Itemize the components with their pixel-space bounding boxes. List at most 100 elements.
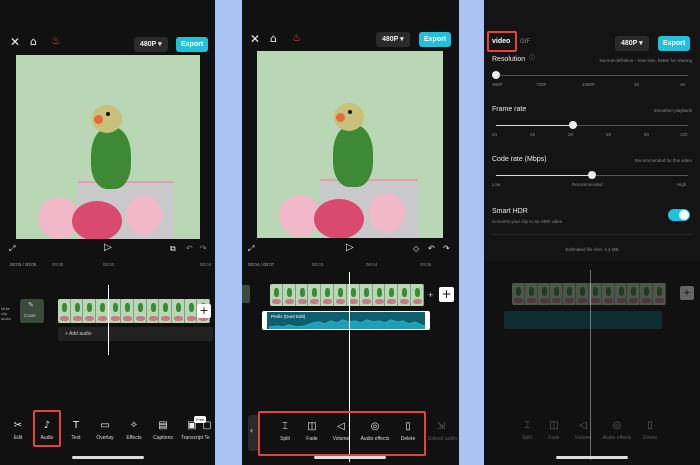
phone-panel-audio-edit: ✕ ⌂ ♨ 480P ▾ Export ⤢ ▷ ◇ ↶ ↷ 00:04 / 00… [242, 0, 459, 465]
tool-captions[interactable]: ▤ Captions [150, 420, 176, 441]
resolution-title: Resolution [492, 56, 526, 63]
playhead[interactable] [108, 285, 109, 355]
ruler-label: 00:03 [312, 262, 324, 267]
ruler-label: 00:00 [52, 262, 64, 267]
framerate-tick: 50 [606, 132, 612, 137]
slider-knob[interactable] [568, 121, 577, 129]
fullscreen-icon[interactable]: ⤢ [9, 245, 15, 253]
cover-button[interactable]: ✎ Cover [20, 299, 44, 323]
fullscreen-icon[interactable]: ⤢ [248, 245, 254, 253]
close-icon[interactable]: ✕ [10, 36, 20, 48]
resolution-dropdown[interactable]: 480P ▾ [134, 37, 168, 52]
coderate-tick: High [677, 182, 687, 187]
play-icon[interactable]: ▷ [104, 243, 112, 253]
tool-overlay[interactable]: ▭ Overlay [92, 420, 118, 441]
tool-fade: ◫ Fade [548, 420, 560, 441]
text-icon: T [72, 420, 80, 431]
resolution-tick: 720P [536, 82, 547, 87]
hdr-toggle[interactable] [668, 209, 690, 221]
home-indicator [72, 456, 144, 459]
free-badge: Free [194, 416, 207, 423]
add-audio-label: + Add audio [65, 331, 92, 337]
resolution-slider[interactable] [492, 71, 688, 79]
video-clip-track[interactable] [58, 299, 210, 323]
chevron-left-icon: ‹ [250, 426, 254, 435]
tab-gif[interactable]: GIF [520, 39, 530, 45]
slider-knob[interactable] [492, 71, 500, 79]
graduation-cap-icon[interactable]: ⌂ [270, 33, 277, 44]
overlay-icon: ▭ [100, 420, 110, 431]
time-display: 00:03 / 00:05 [10, 262, 37, 267]
tool-audio-effects: ◎ Audio effects [602, 420, 632, 441]
graduation-cap-icon[interactable]: ⌂ [30, 36, 37, 47]
phone-panel-audio: ✕ ⌂ ♨ 480P ▾ Export ⤢ ▷ ⧉ ↶ ↷ 00:03 / 00… [0, 0, 215, 465]
hdr-title: Smart HDR [492, 208, 528, 215]
cover-thumb[interactable] [242, 285, 250, 303]
keyframe-icon[interactable]: ◇ [413, 245, 419, 253]
resolution-dropdown[interactable]: 480P ▾ [376, 32, 410, 47]
background-editor: + ⌶ Split ◫ Fade ◁ Volume ◎ Audio effects ▯ D… [484, 230, 700, 465]
add-audio-track[interactable]: + Add audio [58, 327, 213, 341]
video-preview [257, 51, 443, 238]
slider-knob[interactable] [588, 171, 596, 179]
export-button[interactable]: Export [658, 36, 691, 51]
export-button[interactable]: Export [419, 32, 452, 47]
highlight-video-tab [487, 31, 517, 52]
undo-icon[interactable]: ↶ [186, 245, 193, 253]
help-icon[interactable]: ⓘ [529, 56, 535, 62]
resolution-tick: 2K [634, 82, 640, 87]
redo-icon[interactable]: ↷ [443, 245, 450, 253]
video-clip-track[interactable] [270, 284, 424, 306]
audio-waveform [269, 319, 425, 329]
mute-clip-label[interactable]: Mute clip audio [1, 306, 15, 321]
add-clip-button: + [680, 286, 694, 300]
tool-extract-audio[interactable]: ⇲ Extract audio [428, 421, 457, 442]
audio-clip-selected[interactable]: Prefix (Dont Edit) [262, 311, 430, 330]
ruler-label: 00:05 [420, 262, 432, 267]
add-clip-button[interactable]: + [439, 287, 454, 302]
scissors-icon: ✂ [13, 420, 23, 431]
add-clip-button[interactable]: + [197, 304, 211, 318]
highlight-audio-tools [258, 411, 426, 456]
video-preview [16, 55, 200, 239]
tool-text[interactable]: T Text [63, 420, 89, 441]
framerate-slider[interactable] [496, 121, 688, 129]
framerate-tick: 30 [568, 132, 574, 137]
home-indicator [314, 456, 386, 459]
sparkle-icon: ✧ [129, 420, 139, 431]
framerate-hint: Smoother playback [653, 108, 692, 113]
redo-icon[interactable]: ↷ [200, 245, 207, 253]
framerate-tick: 60 [644, 132, 650, 137]
framerate-tick: 24 [492, 132, 498, 137]
ruler-label: 00:02 [103, 262, 115, 267]
resolution-tick: 4K [680, 82, 686, 87]
coderate-tick: Recommended [572, 182, 603, 187]
extract-icon: ⇲ [436, 421, 446, 432]
export-settings-sheet: video GIF 480P ▾ Export Resolution ⓘ Nor… [484, 0, 700, 262]
coderate-slider[interactable] [496, 171, 688, 179]
play-icon[interactable]: ▷ [346, 243, 354, 253]
framerate-title: Frame rate [492, 106, 527, 113]
framerate-tick: 25 [530, 132, 536, 137]
fire-icon[interactable]: ♨ [51, 35, 61, 46]
estimated-size: Estimated file size: 4.2 MB [565, 247, 619, 252]
export-button[interactable]: Export [176, 37, 209, 52]
tool-delete: ▯ Delete [642, 420, 658, 441]
resolution-dropdown[interactable]: 480P ▾ [615, 36, 649, 51]
resolution-tick: 480P [492, 82, 503, 87]
tool-text-more[interactable]: ▢ Te [200, 420, 214, 441]
resolution-tick: 1080P [582, 82, 596, 87]
fire-icon[interactable]: ♨ [292, 32, 302, 43]
tool-effects[interactable]: ✧ Effects [121, 420, 147, 441]
close-icon[interactable]: ✕ [250, 33, 260, 45]
coderate-hint: Recommended for this video [634, 158, 692, 163]
tool-split: ⌶ Split [522, 420, 532, 441]
hdr-description: Converts your clip to an HDR video [492, 219, 563, 224]
ruler-label: 00:04 [366, 262, 378, 267]
pencil-icon: ✎ [28, 301, 34, 309]
keyframe-icon[interactable]: ⧉ [170, 245, 176, 253]
tool-edit[interactable]: ✂ Edit [5, 420, 31, 441]
video-clip-track [512, 283, 666, 305]
coderate-tick: Low [492, 182, 501, 187]
undo-icon[interactable]: ↶ [428, 245, 435, 253]
